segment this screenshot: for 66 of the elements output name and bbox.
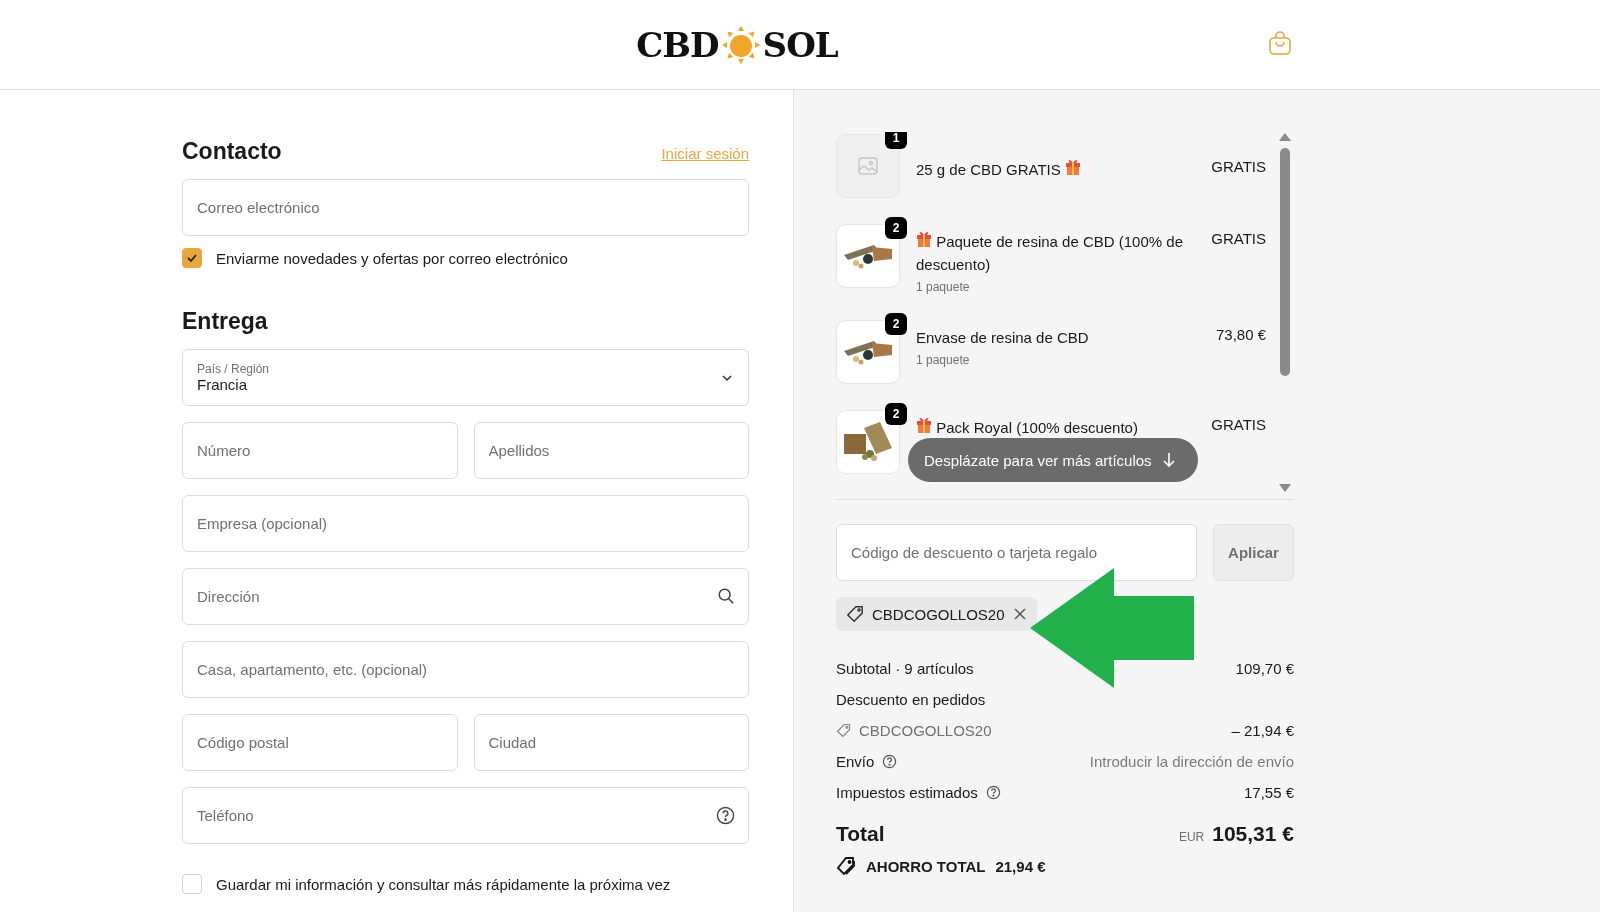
email-field[interactable]: Correo electrónico (182, 179, 749, 236)
field-value: Francia (197, 376, 249, 393)
summary-label: Descuento en pedidos (836, 691, 986, 708)
tag-icon (836, 723, 851, 738)
product-price: GRATIS (1211, 229, 1266, 247)
section-title: Entrega (182, 308, 268, 335)
text-field[interactable]: Teléfono (182, 787, 749, 844)
quantity-badge: 2 (885, 217, 907, 239)
summary-label: Subtotal · 9 artículos (836, 660, 974, 677)
summary-value: 17,55 € (1243, 784, 1294, 801)
text-field[interactable]: Número (182, 422, 458, 479)
quantity-badge: 2 (885, 403, 907, 425)
arrow-down-icon (1161, 452, 1176, 468)
sun-icon (720, 24, 761, 65)
checkbox[interactable] (182, 248, 202, 268)
product-name: 25 g de CBD GRATIS (916, 158, 1196, 181)
product-name: Envase de resina de CBD (916, 328, 1090, 348)
shopping-bag-icon[interactable] (1268, 30, 1292, 56)
text-field[interactable]: Empresa (opcional) (182, 495, 749, 552)
section-title: Contacto (182, 138, 282, 165)
text-field[interactable]: Casa, apartamento, etc. (opcional) (182, 641, 749, 698)
checkbox-label: Enviarme novedades y ofertas por correo electrónico (216, 249, 568, 267)
summary-value: Introducir la dirección de envío (1089, 753, 1294, 770)
product-variant: 1 paquete (916, 353, 971, 367)
image-placeholder-icon (858, 157, 878, 175)
summary-label: Impuestos estimados (836, 784, 978, 801)
text-field[interactable]: Ciudad (473, 714, 749, 771)
savings-value: 21,94 € (995, 857, 1046, 875)
summary-value: – 21,94 € (1231, 722, 1294, 739)
savings-label: AHORRO TOTAL (866, 857, 986, 875)
product-variant: 1 paquete (916, 280, 971, 294)
field-label: País / Región (197, 362, 271, 376)
text-field[interactable]: Apellidos (473, 422, 749, 479)
scroll-up-icon[interactable] (1278, 132, 1292, 142)
close-icon[interactable] (1012, 607, 1027, 621)
discount-code-field[interactable]: Código de descuento o tarjeta regalo (836, 524, 1197, 581)
product-name: Paquete de resina de CBD (100% de descuento) (916, 230, 1196, 276)
summary-label: Envío (836, 753, 875, 770)
discount-code: CBDCOGOLLOS20 (859, 722, 992, 739)
product-name: Pack Royal (100% descuento) (916, 416, 1196, 439)
help-icon (716, 806, 735, 825)
logo[interactable]: CBD SOL (636, 24, 838, 65)
product-price: GRATIS (1211, 415, 1266, 433)
scroll-hint[interactable]: Desplázate para ver más artículos (908, 438, 1198, 482)
text-field[interactable]: Dirección (182, 568, 749, 625)
product-price: GRATIS (1211, 157, 1266, 175)
search-icon (717, 587, 735, 605)
checkbox[interactable] (182, 874, 202, 894)
scroll-hint-text: Desplázate para ver más artículos (924, 451, 1152, 469)
country-select[interactable]: País / Región Francia (182, 349, 749, 406)
apply-button[interactable]: Aplicar (1213, 524, 1294, 581)
currency-code: EUR (1178, 830, 1205, 844)
text-field[interactable]: Código postal (182, 714, 458, 771)
checkmark-icon (186, 252, 198, 264)
discount-code: CBDCOGOLLOS20 (872, 605, 1005, 623)
scrollbar-thumb[interactable] (1280, 148, 1290, 376)
tag-icon (846, 605, 864, 623)
scroll-down-icon[interactable] (1278, 483, 1292, 493)
product-price: 73,80 € (1215, 325, 1266, 343)
tags-icon (836, 856, 856, 876)
total-value: 105,31 € (1212, 822, 1294, 845)
quantity-badge: 2 (885, 313, 907, 335)
checkbox-label: Guardar mi información y consultar más rápidamente la próxima vez (216, 875, 671, 893)
total-label: Total (836, 822, 885, 846)
quantity-badge: 1 (885, 132, 907, 149)
summary-value: 109,70 € (1235, 660, 1294, 677)
